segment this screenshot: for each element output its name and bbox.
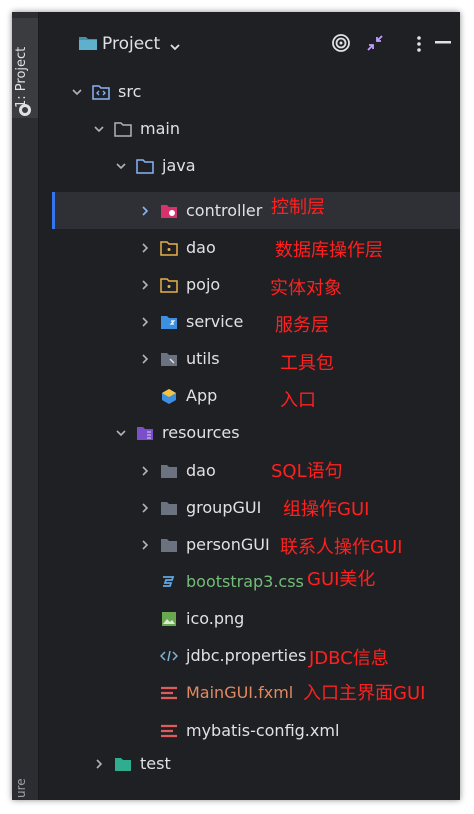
structure-stripe-label[interactable]: ure [14, 778, 28, 798]
tree-node-src[interactable]: src [70, 73, 141, 110]
tree-node-resources[interactable]: resources [114, 414, 240, 451]
chevron-right-icon[interactable] [138, 204, 152, 218]
tree-node-dao[interactable]: dao [138, 229, 216, 266]
package-icon [160, 203, 178, 219]
tree-label: MainGUI.fxml [186, 683, 294, 702]
chevron-right-icon[interactable] [138, 464, 152, 478]
tree-label: dao [186, 461, 216, 480]
collapse-icon[interactable] [364, 32, 386, 54]
selection-indicator [52, 192, 55, 229]
tree-node-main[interactable]: main [92, 110, 180, 147]
folder-icon [160, 537, 178, 553]
tree-label: mybatis-config.xml [186, 721, 340, 740]
annotation-utils: 工具包 [280, 353, 334, 374]
tree-label: groupGUI [186, 498, 262, 517]
java-class-icon [160, 388, 178, 404]
test-folder-icon [114, 756, 132, 772]
tree-node-bootstrap-css[interactable]: bootstrap3.css [160, 563, 304, 600]
project-tool-window: 1: Project ure Project src main java con… [12, 12, 460, 800]
chevron-down-icon[interactable] [70, 85, 84, 99]
annotation-pojo: 实体对象 [270, 278, 342, 299]
project-stripe-icon [18, 102, 32, 116]
tree-node-persongui[interactable]: personGUI [138, 526, 270, 563]
tree-label: controller [186, 201, 263, 220]
more-icon[interactable] [408, 32, 430, 54]
chevron-right-icon[interactable] [138, 315, 152, 329]
tree-label: test [140, 754, 171, 773]
chevron-right-icon[interactable] [138, 241, 152, 255]
tree-label: ico.png [186, 609, 245, 628]
target-icon[interactable] [330, 32, 352, 54]
project-stripe-label[interactable]: 1: Project [14, 47, 29, 108]
tree-label: dao [186, 238, 216, 257]
chevron-down-icon[interactable] [114, 159, 128, 173]
annotation-app: 入口 [280, 390, 316, 411]
source-folder-icon [136, 158, 154, 174]
annotation-res-dao: SQL语句 [271, 461, 343, 482]
view-selector[interactable]: Project [102, 34, 160, 54]
source-folder-icon [92, 84, 110, 100]
tree-label: resources [162, 423, 240, 442]
tree-node-app[interactable]: App [160, 377, 217, 414]
tree-node-mybatis-config[interactable]: mybatis-config.xml [160, 712, 339, 749]
chevron-down-icon[interactable] [92, 122, 106, 136]
tree-node-groupgui[interactable]: groupGUI [138, 489, 261, 526]
tree-node-service[interactable]: service [138, 303, 243, 340]
image-file-icon [160, 611, 178, 627]
annotation-maingui: 入口主界面GUI [303, 683, 426, 704]
annotation-controller: 控制层 [271, 197, 325, 218]
tree-label: main [140, 119, 180, 138]
chevron-down-icon[interactable] [114, 426, 128, 440]
tree-label: java [162, 156, 196, 175]
chevron-right-icon[interactable] [138, 501, 152, 515]
annotation-bootstrap: GUI美化 [307, 569, 376, 590]
tree-label: src [118, 82, 142, 101]
css-file-icon [160, 574, 178, 590]
tree-label: pojo [186, 275, 221, 294]
tree-node-test[interactable]: test [92, 745, 171, 782]
resources-folder-icon [136, 425, 154, 441]
chevron-right-icon[interactable] [138, 278, 152, 292]
tree-label: service [186, 312, 244, 331]
folder-icon [160, 463, 178, 479]
tree-node-jdbc-properties[interactable]: jdbc.properties [159, 637, 307, 674]
chevron-down-icon[interactable] [169, 38, 181, 57]
tree-node-utils[interactable]: utils [138, 340, 220, 377]
properties-file-icon [159, 648, 179, 664]
tree-label: App [186, 386, 218, 405]
tree-node-java[interactable]: java [114, 147, 196, 184]
tree-node-maingui-fxml[interactable]: MainGUI.fxml [160, 674, 293, 711]
annotation-groupgui: 组操作GUI [283, 499, 370, 520]
tree-node-controller[interactable]: controller [138, 192, 262, 229]
annotation-service: 服务层 [275, 315, 329, 336]
tree-node-pojo[interactable]: pojo [138, 266, 220, 303]
annotation-dao: 数据库操作层 [275, 240, 383, 261]
folder-icon [114, 121, 132, 137]
chevron-right-icon[interactable] [92, 757, 106, 771]
tool-window-stripe: 1: Project ure [12, 12, 39, 800]
tree-label: utils [186, 349, 220, 368]
folder-icon [160, 500, 178, 516]
xml-file-icon [160, 723, 178, 739]
tree-label: personGUI [186, 535, 270, 554]
tree-label: bootstrap3.css [186, 572, 304, 591]
package-icon [160, 314, 178, 330]
chevron-right-icon[interactable] [138, 538, 152, 552]
tree-label: jdbc.properties [186, 646, 307, 665]
annotation-jdbc: JDBC信息 [309, 648, 389, 669]
folder-icon [78, 34, 98, 52]
minimize-icon[interactable] [432, 32, 454, 54]
package-icon [160, 240, 178, 256]
package-icon [160, 351, 178, 367]
tree-node-resources-dao[interactable]: dao [138, 452, 216, 489]
annotation-persongui: 联系人操作GUI [280, 537, 403, 558]
package-icon [160, 277, 178, 293]
tree-node-ico-png[interactable]: ico.png [160, 600, 244, 637]
tool-window-header: Project [38, 12, 460, 74]
xml-file-icon [160, 685, 178, 701]
chevron-right-icon[interactable] [138, 352, 152, 366]
